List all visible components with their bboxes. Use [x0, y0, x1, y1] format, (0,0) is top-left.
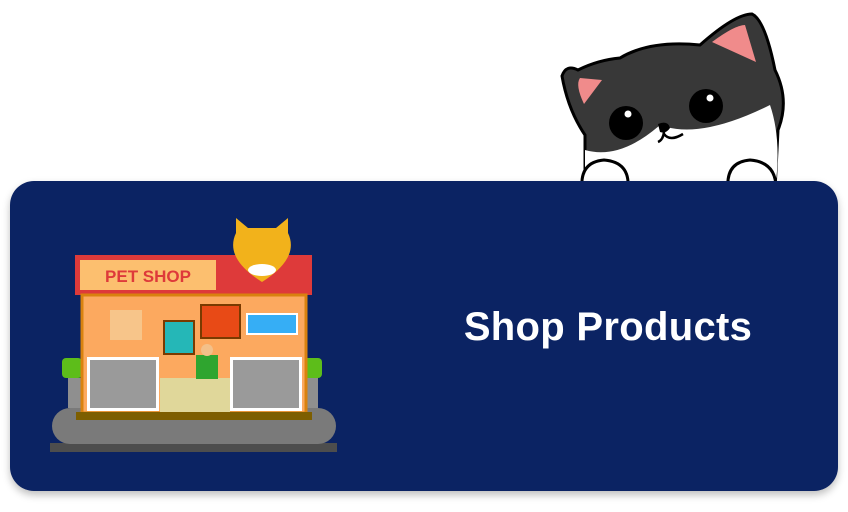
pet-shop-sign: PET SHOP	[105, 267, 191, 286]
peeking-cat-illustration	[556, 12, 800, 192]
card-title: Shop Products	[463, 305, 753, 349]
pet-shop-illustration: PET SHOP	[50, 218, 337, 452]
